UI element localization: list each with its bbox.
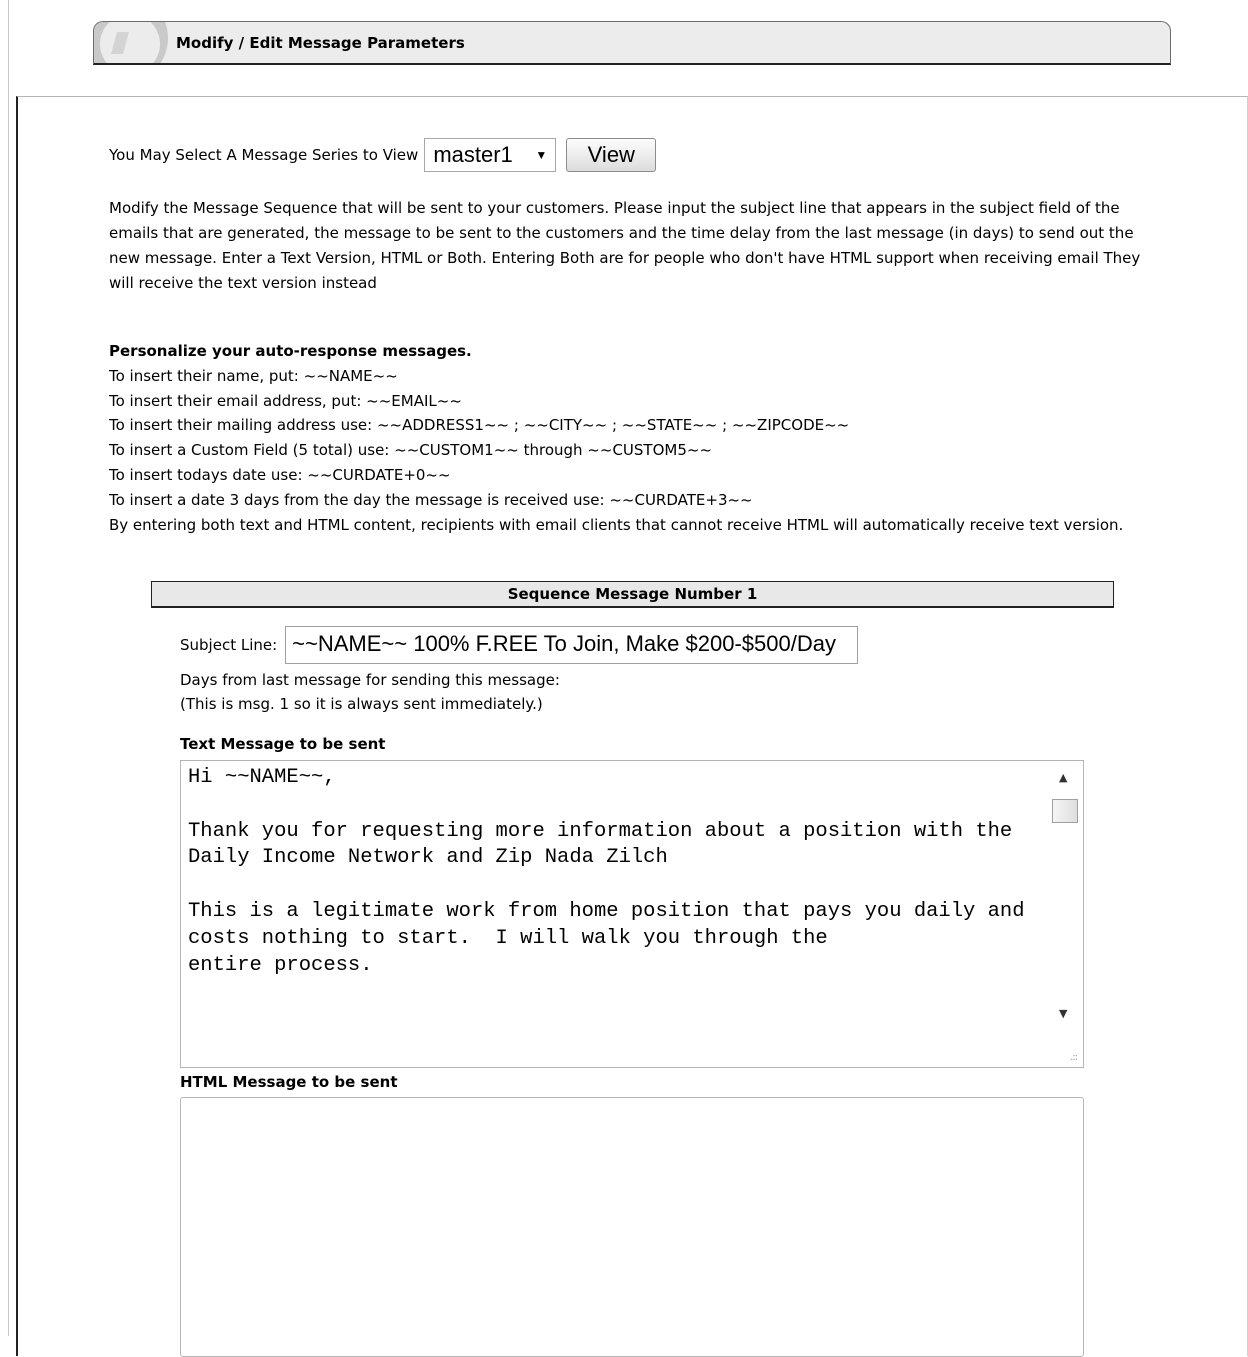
scroll-up-arrow-icon[interactable]: ▲ <box>1059 771 1067 784</box>
help-line: To insert their name, put: ~~NAME~~ <box>109 366 398 385</box>
personalize-heading: Personalize your auto-response messages. <box>109 342 472 360</box>
sequence-header: Sequence Message Number 1 <box>151 581 1114 608</box>
days-label: Days from last message for sending this … <box>180 671 560 689</box>
swoosh-logo-inner <box>100 22 160 63</box>
text-message-textarea[interactable]: Hi ~~NAME~~, Thank you for requesting mo… <box>180 760 1084 1068</box>
days-info: Days from last message for sending this … <box>180 668 560 716</box>
series-select[interactable]: master1 ▼ <box>424 138 557 172</box>
text-message-label: Text Message to be sent <box>180 735 386 753</box>
subject-input[interactable]: ~~NAME~~ 100% F.REE To Join, Make $200-$… <box>285 626 859 664</box>
series-select-value: master1 <box>433 142 513 167</box>
series-select-label: You May Select A Message Series to View <box>109 146 419 164</box>
scroll-down-arrow-icon[interactable]: ▼ <box>1059 1007 1067 1020</box>
help-line: To insert their email address, put: ~~EM… <box>109 391 462 410</box>
resize-grip-icon[interactable]: .:: <box>1070 1052 1078 1063</box>
series-selector-row: You May Select A Message Series to View … <box>109 137 657 173</box>
days-note: (This is msg. 1 so it is always sent imm… <box>180 695 543 713</box>
help-line: To insert a Custom Field (5 total) use: … <box>109 441 713 460</box>
subject-label: Subject Line: <box>180 636 278 654</box>
scroll-thumb[interactable] <box>1052 799 1078 823</box>
help-line: To insert a date 3 days from the day the… <box>109 490 753 509</box>
text-message-content: Hi ~~NAME~~, Thank you for requesting mo… <box>188 766 1025 977</box>
subject-row: Subject Line: ~~NAME~~ 100% F.REE To Joi… <box>180 626 859 664</box>
textarea-scrollbar[interactable]: ▲ ▼ <box>1049 761 1083 1041</box>
left-divider <box>8 0 9 1336</box>
intro-text: Modify the Message Sequence that will be… <box>109 199 1141 292</box>
help-line: To insert their mailing address use: ~~A… <box>109 416 850 435</box>
section-header: Modify / Edit Message Parameters <box>93 21 1171 65</box>
view-button[interactable]: View <box>566 138 657 172</box>
chevron-down-icon: ▼ <box>535 148 548 162</box>
help-line: By entering both text and HTML content, … <box>109 515 1124 534</box>
personalize-help: Personalize your auto-response messages.… <box>109 339 1159 537</box>
page-title: Modify / Edit Message Parameters <box>176 34 465 52</box>
html-message-label: HTML Message to be sent <box>180 1073 398 1091</box>
html-message-textarea[interactable] <box>180 1097 1084 1357</box>
help-line: To insert todays date use: ~~CURDATE+0~~ <box>109 465 451 484</box>
